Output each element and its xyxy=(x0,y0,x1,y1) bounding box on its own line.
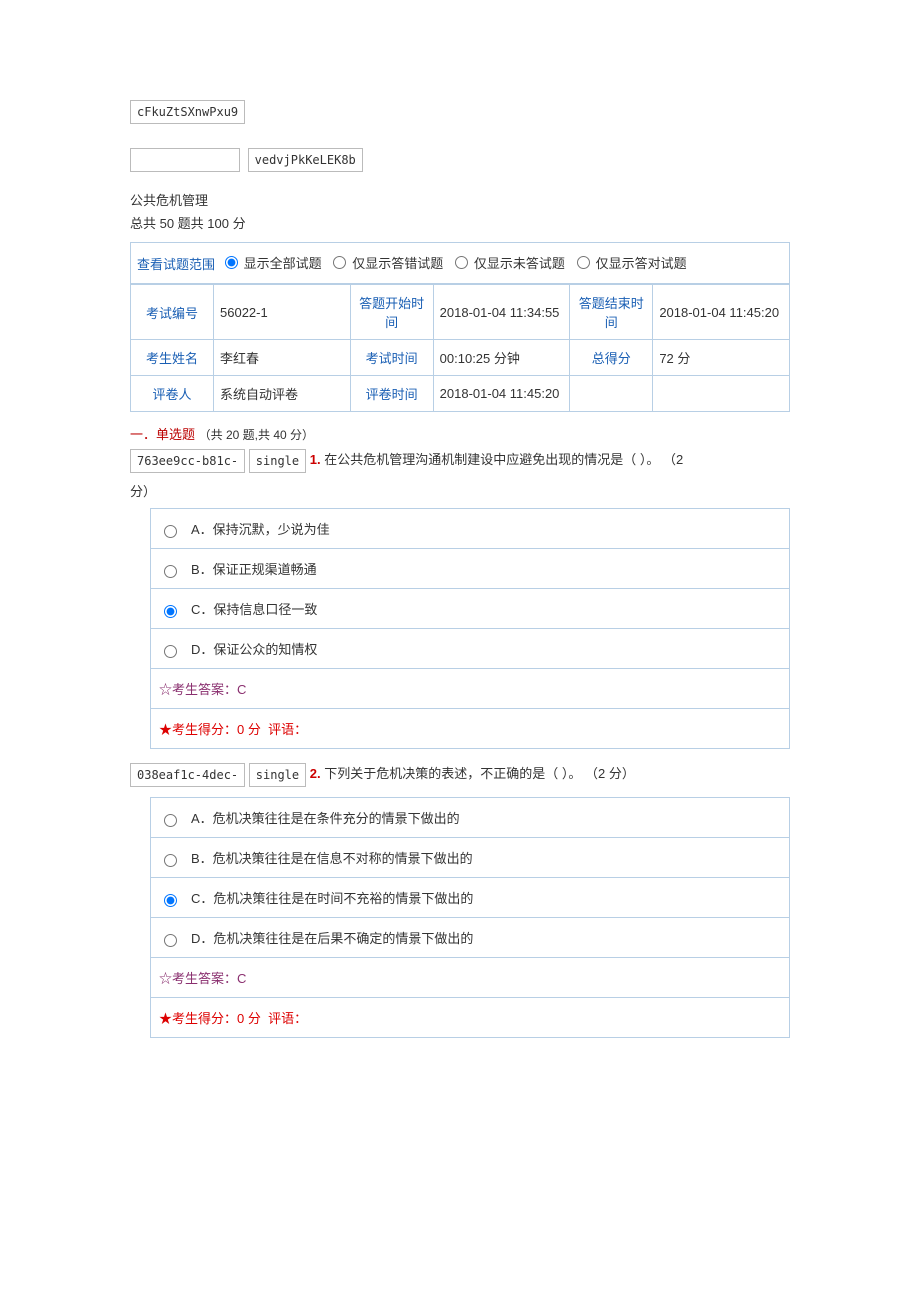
q1-options: A．保持沉默，少说为佳 B．保证正规渠道畅通 C．保持信息口径一致 D．保证公众… xyxy=(150,508,790,749)
q1-opt-c[interactable]: C．保持信息口径一致 xyxy=(151,589,790,629)
filter-opt-wrong-label: 仅显示答错试题 xyxy=(352,253,443,272)
duration-value: 00:10:25 分钟 xyxy=(433,340,570,376)
q2-text: 下列关于危机决策的表述，不正确的是（ ）。 xyxy=(324,766,581,781)
q2-opt-a-label: A．危机决策往往是在条件充分的情景下做出的 xyxy=(191,811,460,826)
q1-points-line2: 分） xyxy=(130,481,790,500)
q2-opt-d-label: D．危机决策往往是在后果不确定的情景下做出的 xyxy=(191,931,473,946)
q2-opt-c[interactable]: C．危机决策往往是在时间不充裕的情景下做出的 xyxy=(151,878,790,918)
q2-opt-d[interactable]: D．危机决策往往是在后果不确定的情景下做出的 xyxy=(151,918,790,958)
grade-time-label: 评卷时间 xyxy=(350,376,433,412)
q1-code2: single xyxy=(249,449,306,473)
filter-opt-unanswered[interactable]: 仅显示未答试题 xyxy=(455,253,565,272)
exam-id-value: 56022-1 xyxy=(214,285,351,340)
grader-label: 评卷人 xyxy=(131,376,214,412)
name-label: 考生姓名 xyxy=(131,340,214,376)
totalscore-value: 72 分 xyxy=(653,340,790,376)
q2-opt-a[interactable]: A．危机决策往往是在条件充分的情景下做出的 xyxy=(151,798,790,838)
filter-opt-correct-label: 仅显示答对试题 xyxy=(596,253,687,272)
end-time-label: 答题结束时间 xyxy=(570,285,653,340)
q2-number: 2. xyxy=(310,766,321,781)
q2-opt-b[interactable]: B．危机决策往往是在信息不对称的情景下做出的 xyxy=(151,838,790,878)
q2-score-row: ★考生得分：0 分 评语： xyxy=(151,998,790,1038)
end-time-value: 2018-01-04 11:45:20 xyxy=(653,285,790,340)
q2-code1: 038eaf1c-4dec- xyxy=(130,763,245,787)
q1-opt-b-label: B．保证正规渠道畅通 xyxy=(191,562,317,577)
q1-opt-d[interactable]: D．保证公众的知情权 xyxy=(151,629,790,669)
duration-label: 考试时间 xyxy=(350,340,433,376)
filter-label: 查看试题范围 xyxy=(137,257,215,272)
q1-text: 在公共危机管理沟通机制建设中应避免出现的情况是（ ）。 xyxy=(324,452,659,467)
start-time-label: 答题开始时间 xyxy=(350,285,433,340)
grade-time-value: 2018-01-04 11:45:20 xyxy=(433,376,570,412)
token-box-2-right: vedvjPkKeLEK8b xyxy=(248,148,363,172)
filter-opt-all[interactable]: 显示全部试题 xyxy=(225,253,322,272)
q1-answer-row: ☆考生答案：C xyxy=(151,669,790,709)
filter-opt-wrong[interactable]: 仅显示答错试题 xyxy=(333,253,443,272)
q2-points: （2 分） xyxy=(585,766,635,781)
q2-code2: single xyxy=(249,763,306,787)
filter-bar: 查看试题范围 显示全部试题 仅显示答错试题 仅显示未答试题 仅显示答对试题 xyxy=(130,242,790,284)
section-name: 一．单选题 xyxy=(130,427,195,442)
token-box-1: cFkuZtSXnwPxu9 xyxy=(130,100,245,124)
q1-code1: 763ee9cc-b81c- xyxy=(130,449,245,473)
q2-answer-row: ☆考生答案：C xyxy=(151,958,790,998)
exam-id-label: 考试编号 xyxy=(131,285,214,340)
exam-subtitle: 总共 50 题共 100 分 xyxy=(130,213,790,232)
filter-opt-unanswered-label: 仅显示未答试题 xyxy=(474,253,565,272)
q1-opt-a-label: A．保持沉默，少说为佳 xyxy=(191,522,330,537)
q1-opt-d-label: D．保证公众的知情权 xyxy=(191,642,317,657)
grader-value: 系统自动评卷 xyxy=(214,376,351,412)
q2-opt-b-label: B．危机决策往往是在信息不对称的情景下做出的 xyxy=(191,851,473,866)
filter-opt-correct[interactable]: 仅显示答对试题 xyxy=(577,253,687,272)
start-time-value: 2018-01-04 11:34:55 xyxy=(433,285,570,340)
q1-opt-c-label: C．保持信息口径一致 xyxy=(191,602,317,617)
q1-points: （2 xyxy=(663,452,683,467)
q1-opt-b[interactable]: B．保证正规渠道畅通 xyxy=(151,549,790,589)
name-value: 李红春 xyxy=(214,340,351,376)
token-box-2-left xyxy=(130,148,240,172)
exam-title: 公共危机管理 xyxy=(130,190,790,209)
filter-opt-all-label: 显示全部试题 xyxy=(244,253,322,272)
q1-score-row: ★考生得分：0 分 评语： xyxy=(151,709,790,749)
q2-opt-c-label: C．危机决策往往是在时间不充裕的情景下做出的 xyxy=(191,891,473,906)
section-header: 一．单选题 （共 20 题,共 40 分） xyxy=(130,424,790,443)
totalscore-label: 总得分 xyxy=(570,340,653,376)
q2-options: A．危机决策往往是在条件充分的情景下做出的 B．危机决策往往是在信息不对称的情景… xyxy=(150,797,790,1038)
q1-number: 1. xyxy=(310,452,321,467)
exam-info-table: 考试编号 56022-1 答题开始时间 2018-01-04 11:34:55 … xyxy=(130,284,790,412)
q1-opt-a[interactable]: A．保持沉默，少说为佳 xyxy=(151,509,790,549)
section-sub: （共 20 题,共 40 分） xyxy=(199,428,314,442)
